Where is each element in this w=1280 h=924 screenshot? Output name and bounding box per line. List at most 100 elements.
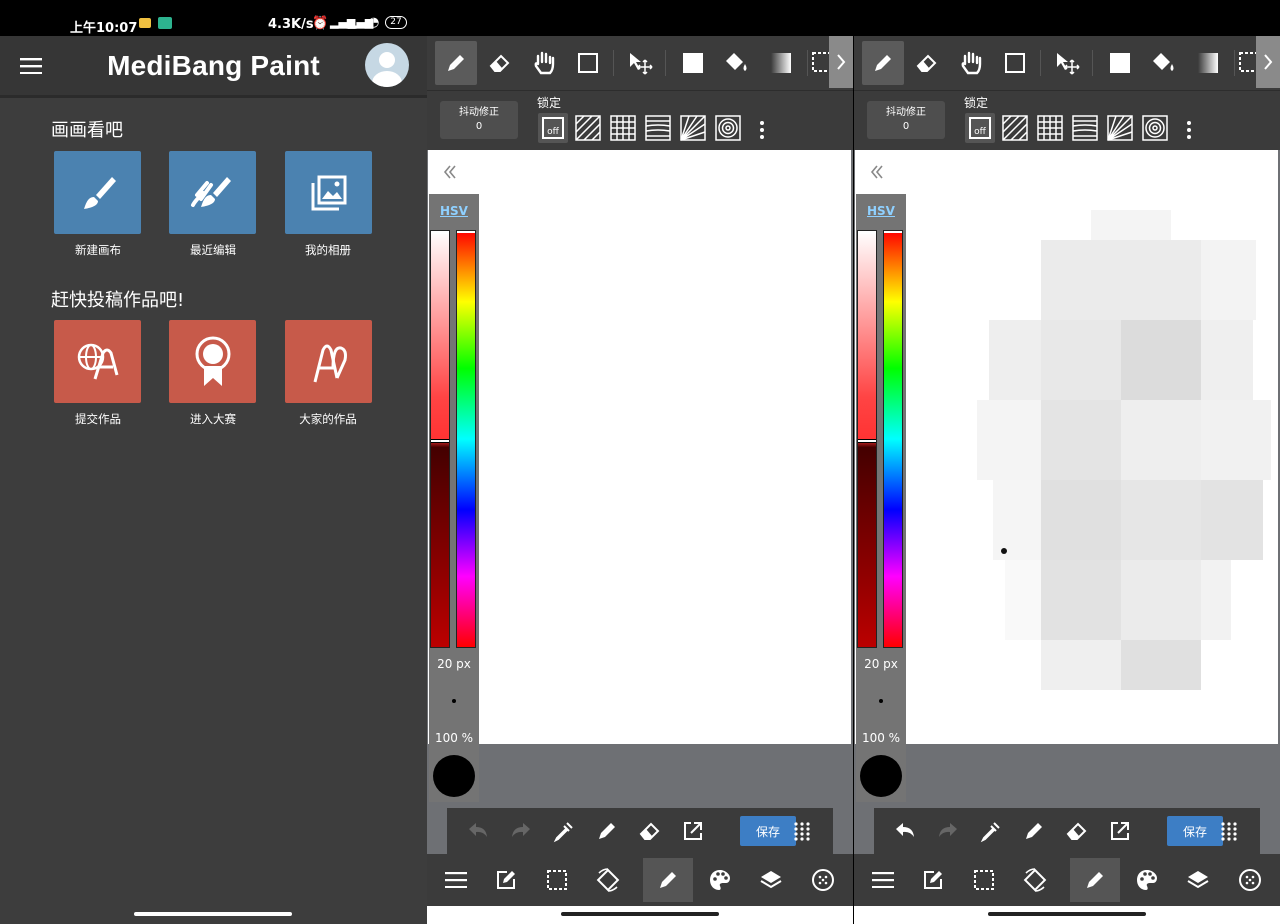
rectangle-tool-button[interactable] — [994, 41, 1036, 85]
redo-button[interactable] — [506, 816, 536, 846]
gradient-tool-button[interactable] — [760, 41, 802, 85]
recent-edit-tile[interactable] — [169, 151, 256, 234]
stabilizer-button[interactable]: 抖动修正 0 — [867, 101, 945, 139]
hand-tool-button[interactable] — [950, 41, 992, 85]
pen-tool-button[interactable] — [435, 41, 477, 85]
lock-radial-button[interactable] — [678, 113, 708, 143]
home-indicator[interactable] — [134, 912, 292, 916]
lock-perspective-button[interactable] — [643, 113, 673, 143]
pen-tool-button[interactable] — [862, 41, 904, 85]
gradient-tool-button[interactable] — [1187, 41, 1229, 85]
selection-button[interactable] — [532, 858, 582, 902]
opacity-label[interactable]: 100 % — [429, 731, 479, 745]
move-tool-button[interactable] — [619, 41, 661, 85]
materials-button[interactable] — [1225, 858, 1275, 902]
redo-button[interactable] — [933, 816, 963, 846]
fill-rect-tool-button[interactable] — [1099, 41, 1141, 85]
lock-off-button[interactable]: off — [965, 113, 995, 143]
pen-button[interactable] — [592, 816, 622, 846]
home-indicator[interactable] — [561, 912, 719, 916]
collapse-palette-icon[interactable] — [866, 162, 886, 182]
my-album-tile[interactable] — [285, 151, 372, 234]
select-tool-button[interactable] — [811, 41, 831, 85]
hue-slider[interactable] — [883, 230, 903, 648]
bucket-tool-button[interactable] — [716, 41, 758, 85]
export-button[interactable] — [678, 816, 708, 846]
painted-stroke-block — [1201, 400, 1271, 480]
eraser-button[interactable] — [1062, 816, 1092, 846]
lock-grid-button[interactable] — [608, 113, 638, 143]
export-button[interactable] — [1105, 816, 1135, 846]
layers-button[interactable] — [746, 858, 796, 902]
lock-radial-button[interactable] — [1105, 113, 1135, 143]
radial-lines-icon — [1107, 115, 1133, 141]
more-actions-button[interactable] — [787, 816, 817, 846]
undo-button[interactable] — [463, 816, 493, 846]
bucket-tool-button[interactable] — [1143, 41, 1185, 85]
award-ribbon-icon — [195, 336, 230, 386]
new-canvas-tile[interactable] — [54, 151, 141, 234]
color-mode-toggle[interactable]: HSV — [856, 204, 906, 218]
eraser-button[interactable] — [635, 816, 665, 846]
more-options-icon[interactable] — [1186, 121, 1192, 139]
layers-button[interactable] — [1173, 858, 1223, 902]
hand-tool-button[interactable] — [523, 41, 565, 85]
lock-grid-button[interactable] — [1035, 113, 1065, 143]
palette-button[interactable] — [1122, 858, 1172, 902]
fill-rect-tool-button[interactable] — [672, 41, 714, 85]
rotate-canvas-button[interactable] — [1010, 858, 1060, 902]
pen-icon — [448, 55, 464, 71]
gradient-icon — [1198, 53, 1218, 73]
stabilizer-button[interactable]: 抖动修正 0 — [440, 101, 518, 139]
edit-button[interactable] — [481, 858, 531, 902]
rotate-canvas-button[interactable] — [583, 858, 633, 902]
enter-contest-tile[interactable] — [169, 320, 256, 403]
lock-concentric-button[interactable] — [713, 113, 743, 143]
lock-perspective-button[interactable] — [1070, 113, 1100, 143]
toolbar-scroll-button[interactable] — [1256, 36, 1280, 88]
current-color-swatch[interactable] — [860, 755, 902, 797]
eraser-tool-button[interactable] — [479, 41, 521, 85]
undo-button[interactable] — [890, 816, 920, 846]
submit-work-tile[interactable] — [54, 320, 141, 403]
eyedropper-button[interactable] — [976, 816, 1006, 846]
status-bar: 上午10:07 4.3K/s ⏰ ▂▄▆ ▂▄▆ ◔ 27 — [0, 0, 427, 36]
home-indicator[interactable] — [988, 912, 1146, 916]
lock-concentric-button[interactable] — [1140, 113, 1170, 143]
palette-button[interactable] — [695, 858, 745, 902]
more-options-icon[interactable] — [759, 121, 765, 139]
main-menu-button[interactable] — [858, 858, 908, 902]
toolbar-scroll-button[interactable] — [829, 36, 853, 88]
saturation-value-slider[interactable] — [857, 230, 877, 648]
eyedropper-button[interactable] — [549, 816, 579, 846]
drawing-canvas[interactable] — [428, 150, 851, 744]
brush-size-label[interactable]: 20 px — [429, 657, 479, 671]
brush-panel-button[interactable] — [1070, 858, 1120, 902]
saturation-value-slider[interactable] — [430, 230, 450, 648]
edit-button[interactable] — [908, 858, 958, 902]
lock-parallel-button[interactable] — [573, 113, 603, 143]
lock-off-button[interactable]: off — [538, 113, 568, 143]
move-tool-button[interactable] — [1046, 41, 1088, 85]
lock-parallel-button[interactable] — [1000, 113, 1030, 143]
drawing-canvas[interactable] — [855, 150, 1278, 744]
more-actions-button[interactable] — [1214, 816, 1244, 846]
brush-panel-button[interactable] — [643, 858, 693, 902]
opacity-label[interactable]: 100 % — [856, 731, 906, 745]
current-color-swatch[interactable] — [433, 755, 475, 797]
everyone-works-tile[interactable] — [285, 320, 372, 403]
palette-icon — [710, 870, 730, 890]
main-menu-button[interactable] — [431, 858, 481, 902]
selection-button[interactable] — [959, 858, 1009, 902]
materials-button[interactable] — [798, 858, 848, 902]
select-tool-button[interactable] — [1238, 41, 1258, 85]
bottom-nav — [854, 854, 1280, 906]
rectangle-tool-button[interactable] — [567, 41, 609, 85]
collapse-palette-icon[interactable] — [439, 162, 459, 182]
hue-slider[interactable] — [456, 230, 476, 648]
eraser-tool-button[interactable] — [906, 41, 948, 85]
brush-size-label[interactable]: 20 px — [856, 657, 906, 671]
pen-button[interactable] — [1019, 816, 1049, 846]
color-mode-toggle[interactable]: HSV — [429, 204, 479, 218]
avatar[interactable] — [365, 43, 409, 87]
